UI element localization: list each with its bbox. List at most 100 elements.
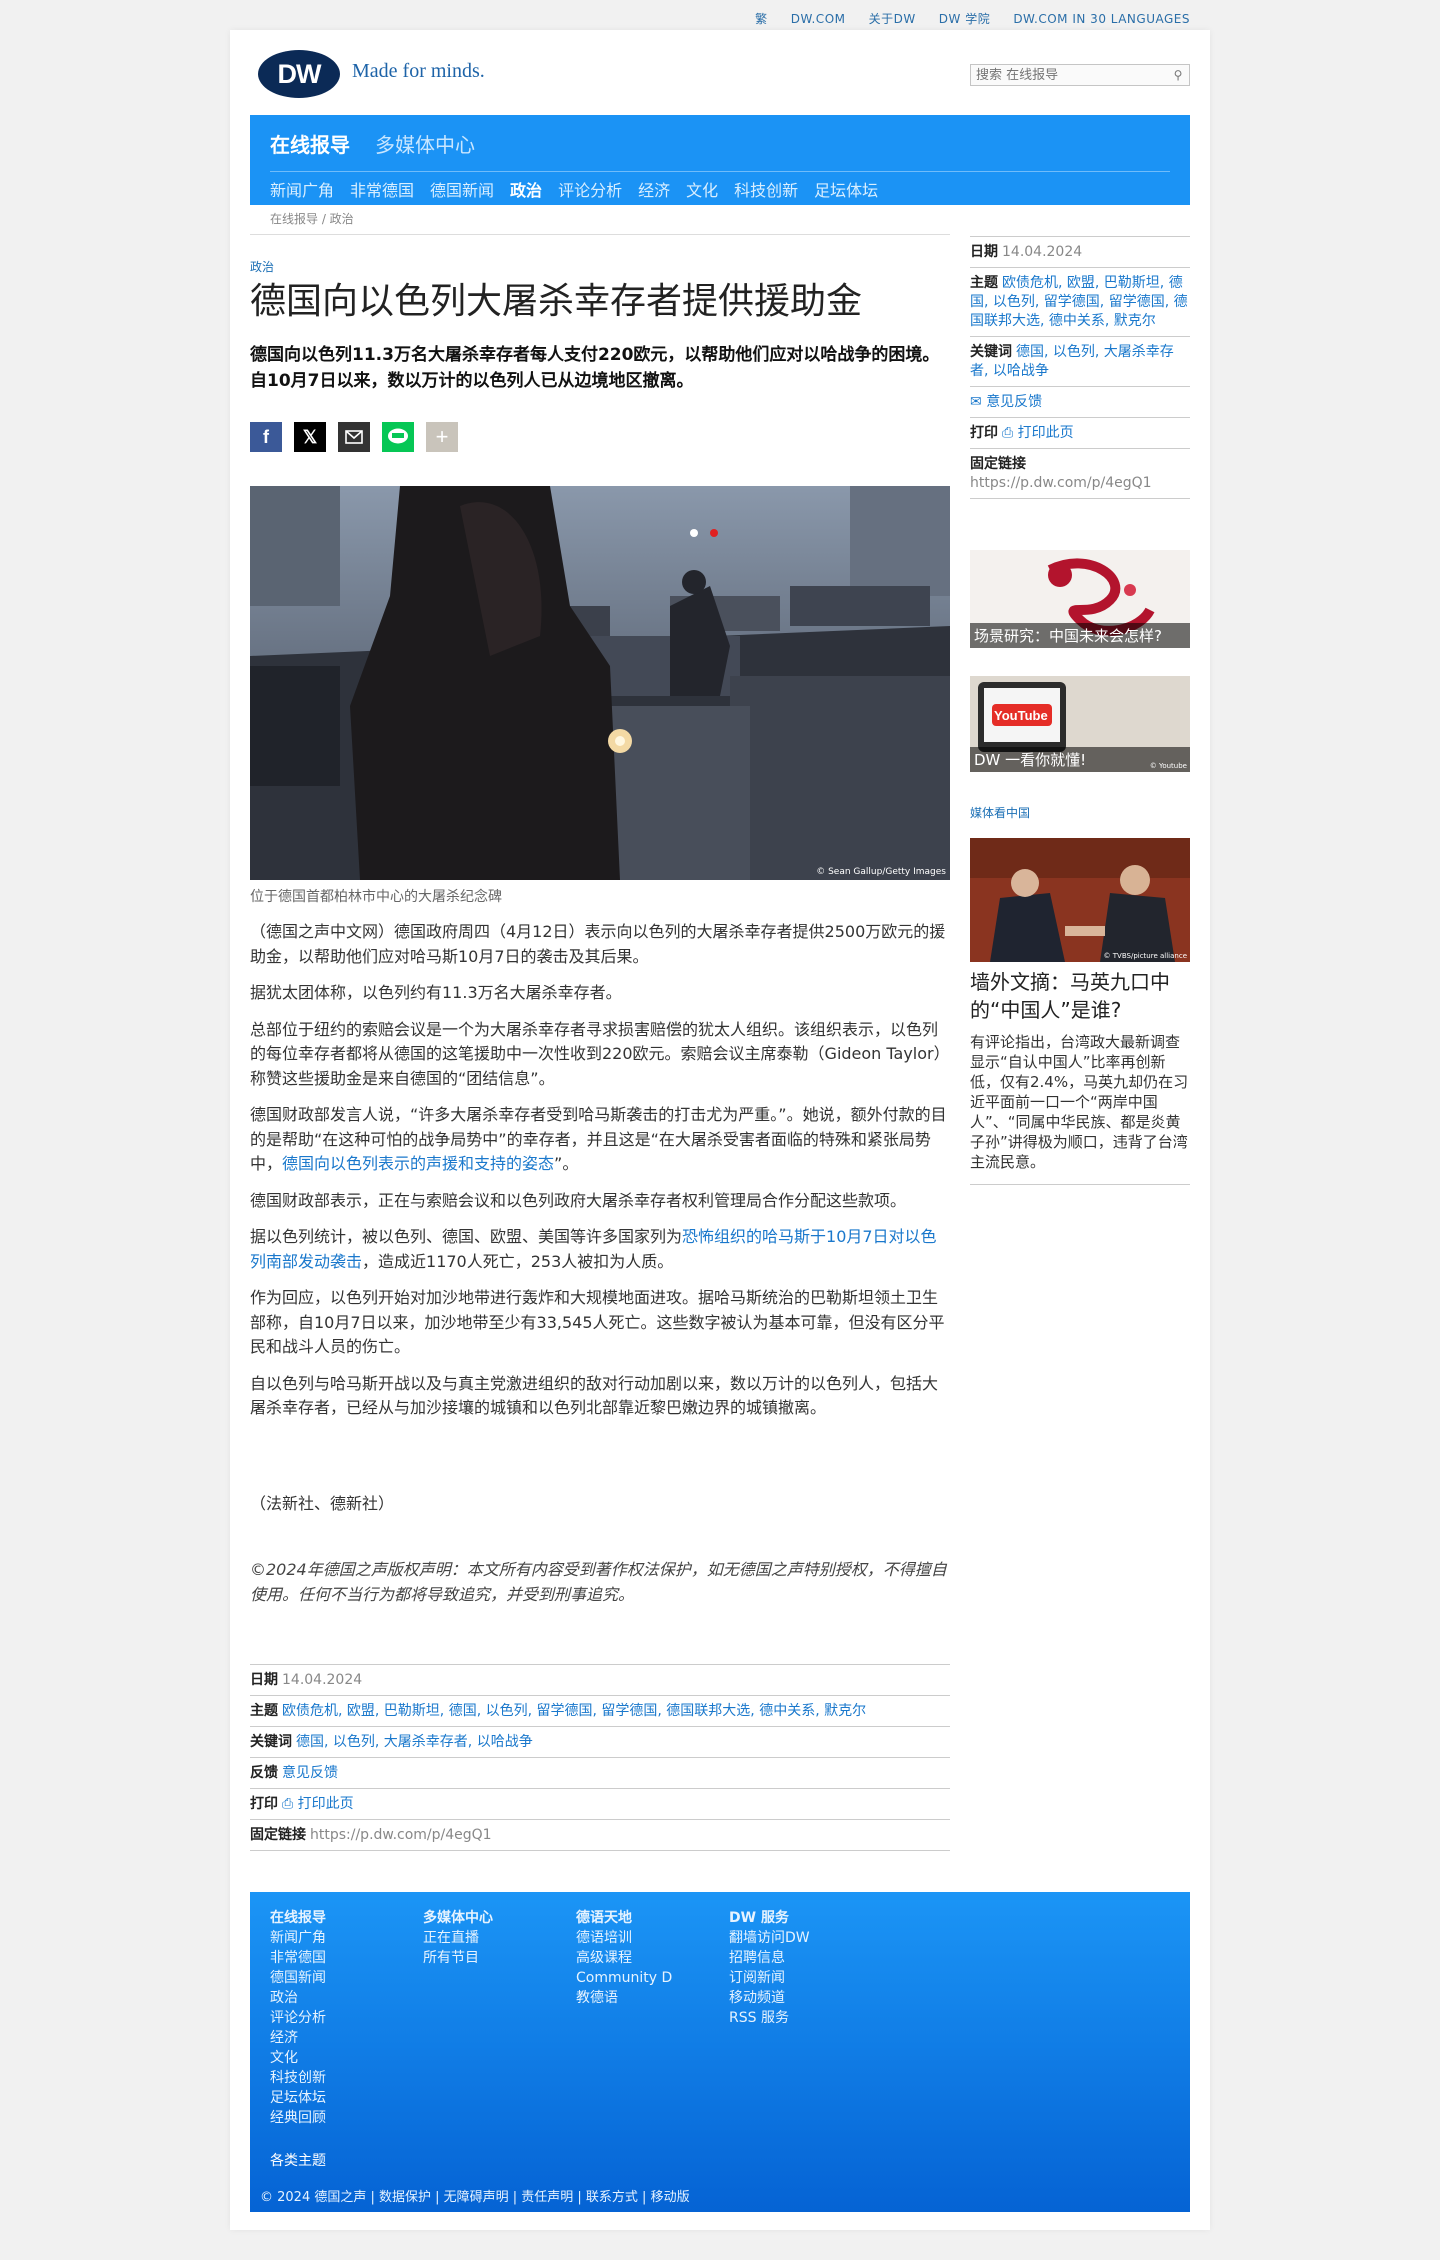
article-title: 德国向以色列大屠杀幸存者提供援助金 (250, 281, 863, 322)
image-credit: © TVBS/picture alliance (1103, 952, 1187, 960)
meta-keywords[interactable]: 德国, 以色列, 大屠杀幸存者, 以哈战争 (296, 1734, 533, 1750)
footer-link[interactable]: 非常德国 (270, 1948, 326, 1968)
footer-link[interactable]: 教德语 (576, 1988, 672, 2008)
search-icon[interactable]: ⚲ (1168, 64, 1188, 86)
more-share-icon[interactable]: + (426, 422, 458, 452)
footer-link[interactable]: 移动频道 (729, 1988, 810, 2008)
sub-navigation: 新闻广角 非常德国 德国新闻 政治 评论分析 经济 文化 科技创新 足坛体坛 (270, 177, 894, 201)
paragraph: 自以色列与哈马斯开战以及与真主党激进组织的敌对行动加剧以来，数以万计的以色列人，… (250, 1373, 939, 1418)
nav-online-reports[interactable]: 在线报导 (270, 129, 350, 158)
footer-link[interactable]: 政治 (270, 1988, 326, 2008)
dw-academy-link[interactable]: DW 学院 (939, 12, 990, 26)
footer-link[interactable]: 订阅新闻 (729, 1968, 810, 1988)
permalink[interactable]: https://p.dw.com/p/4egQ1 (970, 475, 1152, 491)
footer-heading[interactable]: DW 服务 (729, 1908, 810, 1928)
footer-link[interactable]: 所有节目 (423, 1948, 493, 1968)
print-link[interactable]: ⎙ 打印此页 (1002, 425, 1074, 441)
subnav-german-news[interactable]: 德国新闻 (430, 181, 494, 200)
meta-label: 关键词 (250, 1734, 292, 1750)
footer-link[interactable]: 评论分析 (270, 2008, 326, 2028)
meta-topics[interactable]: 欧债危机, 欧盟, 巴勒斯坦, 德国, 以色列, 留学德国, 留学德国, 德国联… (282, 1703, 866, 1719)
facebook-share-icon[interactable]: f (250, 422, 282, 452)
image-credit: © Youtube (1149, 762, 1187, 770)
footer-heading[interactable]: 在线报导 (270, 1908, 326, 1928)
footer-link[interactable]: 正在直播 (423, 1928, 493, 1948)
meta-label: 主题 (250, 1703, 278, 1719)
sidebar-divider (970, 1184, 1190, 1185)
subnav-science[interactable]: 科技创新 (734, 181, 798, 200)
line-share-icon[interactable] (382, 422, 414, 452)
meta-print-row: 打印 ⎙ 打印此页 (250, 1788, 950, 1819)
languages-link[interactable]: DW.COM IN 30 LANGUAGES (1013, 12, 1190, 26)
article-hero-image: © Sean Gallup/Getty Images (250, 486, 950, 880)
footer-heading[interactable]: 德语天地 (576, 1908, 672, 1928)
subnav-sports[interactable]: 足坛体坛 (814, 181, 878, 200)
email-share-icon[interactable] (338, 422, 370, 452)
footer-link[interactable]: 德国新闻 (270, 1968, 326, 1988)
paragraph: 总部位于纽约的索赔会议是一个为大屠杀幸存者寻求损害赔偿的犹太人组织。该组织表示，… (250, 1019, 950, 1088)
footer-link[interactable]: RSS 服务 (729, 2008, 810, 2028)
footer-col-online: 在线报导 新闻广角 非常德国 德国新闻 政治 评论分析 经济 文化 科技创新 足… (270, 1908, 326, 2128)
subnav-economy[interactable]: 经济 (638, 181, 670, 200)
permalink[interactable]: https://p.dw.com/p/4egQ1 (310, 1827, 492, 1843)
footer-topics-link[interactable]: 各类主题 (270, 2150, 326, 2170)
inline-link[interactable]: 德国向以色列表示的声援和支持的姿态 (282, 1154, 554, 1173)
x-share-icon[interactable]: 𝕏 (294, 422, 326, 452)
footer-link[interactable]: 经济 (270, 2028, 326, 2048)
dw-logo[interactable]: DW (258, 50, 340, 98)
subnav-culture[interactable]: 文化 (686, 181, 718, 200)
print-icon: ⎙ (1002, 425, 1018, 441)
memorial-photo (250, 486, 950, 880)
youtube-logo: YouTube (994, 708, 1048, 723)
footer-link[interactable]: Community D (576, 1968, 672, 1988)
footer-link[interactable]: 翻墙访问DW (729, 1928, 810, 1948)
footer-copyright[interactable]: © 2024 德国之声 | 数据保护 | 无障碍声明 | 责任声明 | 联系方式… (260, 2186, 690, 2205)
footer-link[interactable]: 德语培训 (576, 1928, 672, 1948)
about-dw-link[interactable]: 关于DW (869, 12, 916, 26)
subnav-commentary[interactable]: 评论分析 (558, 181, 622, 200)
tagline: Made for minds. (352, 60, 485, 82)
meta-date-row: 日期 14.04.2024 (250, 1664, 950, 1695)
footer-link[interactable]: 招聘信息 (729, 1948, 810, 1968)
breadcrumb[interactable]: 在线报导 / 政治 (270, 210, 354, 227)
copyright-notice: ©2024年德国之声版权声明：本文所有内容受到著作权法保护，如无德国之声特别授权… (250, 1560, 947, 1604)
handshake-photo (970, 838, 1190, 962)
dw-com-link[interactable]: DW.COM (791, 12, 846, 26)
subnav-news[interactable]: 新闻广角 (270, 181, 334, 200)
print-link[interactable]: ⎙ 打印此页 (282, 1796, 354, 1812)
section-heading[interactable]: 媒体看中国 (970, 804, 1030, 821)
footer-link[interactable]: 文化 (270, 2048, 326, 2068)
nav-multimedia[interactable]: 多媒体中心 (375, 129, 475, 158)
search-input[interactable] (970, 64, 1190, 86)
subnav-germany[interactable]: 非常德国 (350, 181, 414, 200)
ma-xi-photo[interactable]: © TVBS/picture alliance (970, 838, 1190, 962)
footer-link[interactable]: 足坛体坛 (270, 2088, 326, 2108)
feedback-link[interactable]: ✉ 意见反馈 (970, 394, 1042, 410)
footer-link[interactable]: 经典回顾 (270, 2108, 326, 2128)
sidebar-article-title[interactable]: 墙外文摘：马英九口中的“中国人”是谁? (970, 968, 1190, 1024)
article-kicker[interactable]: 政治 (250, 258, 274, 275)
traditional-chinese-link[interactable]: 繁 (755, 12, 768, 26)
teaser-dw-video[interactable]: YouTube © Youtube DW 一看你就懂! (970, 676, 1190, 772)
meta-date: 14.04.2024 (1002, 244, 1083, 260)
meta-label: 日期 (970, 244, 998, 260)
meta-topics[interactable]: 欧债危机, 欧盟, 巴勒斯坦, 德国, 以色列, 留学德国, 留学德国, 德国联… (970, 275, 1188, 329)
meta-label: 固定链接 (970, 456, 1026, 472)
teaser-china-future[interactable]: 场景研究：中国未来会怎样? (970, 550, 1190, 648)
meta-label: 主题 (970, 275, 998, 291)
meta-topics-row: 主题 欧债危机, 欧盟, 巴勒斯坦, 德国, 以色列, 留学德国, 留学德国, 德… (970, 267, 1190, 336)
logo-text: DW (277, 59, 322, 89)
paragraph: 据以色列统计，被以色列、德国、欧盟、美国等许多国家列为恐怖组织的哈马斯于10月7… (250, 1225, 950, 1274)
feedback-link[interactable]: 意见反馈 (282, 1765, 338, 1781)
footer-heading[interactable]: 多媒体中心 (423, 1908, 493, 1928)
main-navigation: 在线报导 多媒体中心 新闻广角 非常德国 德国新闻 政治 评论分析 经济 文化 科技创新 足坛体… (250, 115, 1190, 205)
meta-label: 打印 (250, 1796, 278, 1812)
article-meta-sidebar: 日期 14.04.2024 主题 欧债危机, 欧盟, 巴勒斯坦, 德国, 以色列, … (970, 236, 1190, 499)
article-meta-bottom: 日期 14.04.2024 主题 欧债危机, 欧盟, 巴勒斯坦, 德国, 以色列, … (250, 1664, 950, 1851)
image-credit: © Sean Gallup/Getty Images (816, 867, 946, 877)
subnav-politics[interactable]: 政治 (510, 181, 542, 200)
footer-link[interactable]: 科技创新 (270, 2068, 326, 2088)
footer-link[interactable]: 高级课程 (576, 1948, 672, 1968)
feedback-label: 意见反馈 (986, 394, 1043, 410)
footer-link[interactable]: 新闻广角 (270, 1928, 326, 1948)
